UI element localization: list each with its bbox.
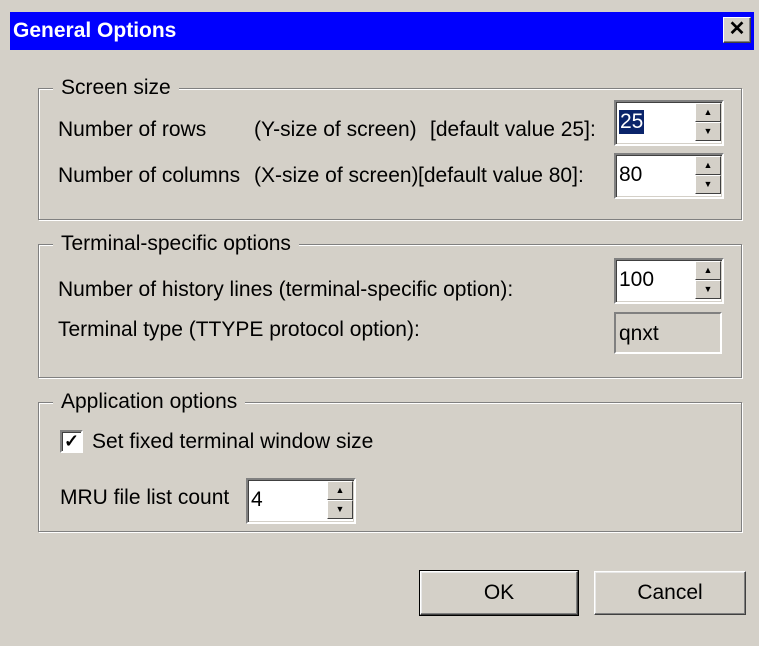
application-options-group: Application options bbox=[38, 390, 742, 532]
mru-count-spinner-buttons: ▲ ▼ bbox=[327, 481, 353, 519]
arrow-down-icon: ▼ bbox=[703, 126, 713, 136]
arrow-up-icon: ▲ bbox=[703, 265, 713, 275]
fixed-size-label[interactable]: Set fixed terminal window size bbox=[92, 430, 373, 454]
rows-increment-button[interactable]: ▲ bbox=[695, 103, 721, 122]
terminal-type-label: Terminal type (TTYPE protocol option): bbox=[58, 318, 420, 341]
arrow-down-icon: ▼ bbox=[335, 504, 345, 514]
rows-spinner-buttons: ▲ ▼ bbox=[695, 103, 721, 141]
rows-label: Number of rows bbox=[58, 118, 207, 141]
arrow-up-icon: ▲ bbox=[335, 485, 345, 495]
application-options-group-title: Application options bbox=[53, 390, 246, 414]
ok-button[interactable]: OK bbox=[419, 570, 579, 616]
dialog-title: General Options bbox=[13, 19, 177, 42]
mru-increment-button[interactable]: ▲ bbox=[327, 481, 353, 500]
terminal-type-value: qnxt bbox=[619, 322, 659, 345]
arrow-down-icon: ▼ bbox=[703, 284, 713, 294]
arrow-down-icon: ▼ bbox=[703, 179, 713, 189]
columns-label: Number of columns bbox=[58, 164, 241, 187]
history-lines-spinner-buttons: ▲ ▼ bbox=[695, 261, 721, 299]
close-icon: ✕ bbox=[728, 18, 746, 40]
mru-count-label: MRU file list count bbox=[60, 486, 230, 509]
columns-hint: (X-size of screen) bbox=[254, 164, 419, 187]
columns-spinner[interactable]: 80 ▲ ▼ bbox=[614, 153, 724, 199]
columns-default-label: [default value 80]: bbox=[418, 164, 584, 187]
checkmark-icon: ✓ bbox=[63, 431, 80, 451]
arrow-up-icon: ▲ bbox=[703, 107, 713, 117]
screen-size-group-title: Screen size bbox=[53, 76, 179, 100]
rows-default-label: [default value 25]: bbox=[430, 118, 596, 141]
columns-increment-button[interactable]: ▲ bbox=[695, 156, 721, 175]
title-bar: General Options ✕ bbox=[10, 12, 754, 50]
terminal-type-field: qnxt bbox=[614, 312, 722, 354]
general-options-dialog: General Options ✕ Screen size Number of … bbox=[0, 0, 759, 646]
terminal-options-group-title: Terminal-specific options bbox=[53, 232, 299, 256]
rows-decrement-button[interactable]: ▼ bbox=[695, 122, 721, 141]
history-lines-spinner[interactable]: 100 ▲ ▼ bbox=[614, 258, 724, 304]
mru-count-input[interactable]: 4 bbox=[251, 488, 263, 512]
mru-decrement-button[interactable]: ▼ bbox=[327, 500, 353, 519]
rows-spinner[interactable]: 25 ▲ ▼ bbox=[614, 100, 724, 146]
history-lines-label: Number of history lines (terminal-specif… bbox=[58, 278, 514, 301]
history-lines-input[interactable]: 100 bbox=[619, 268, 654, 292]
columns-decrement-button[interactable]: ▼ bbox=[695, 175, 721, 194]
mru-count-spinner[interactable]: 4 ▲ ▼ bbox=[246, 478, 356, 524]
columns-input[interactable]: 80 bbox=[619, 163, 642, 187]
fixed-size-checkbox[interactable]: ✓ bbox=[60, 430, 83, 453]
close-button[interactable]: ✕ bbox=[723, 17, 751, 43]
history-decrement-button[interactable]: ▼ bbox=[695, 280, 721, 299]
arrow-up-icon: ▲ bbox=[703, 160, 713, 170]
history-increment-button[interactable]: ▲ bbox=[695, 261, 721, 280]
columns-spinner-buttons: ▲ ▼ bbox=[695, 156, 721, 194]
rows-hint: (Y-size of screen) bbox=[254, 118, 417, 141]
rows-input[interactable]: 25 bbox=[619, 110, 645, 134]
cancel-button[interactable]: Cancel bbox=[594, 571, 746, 615]
